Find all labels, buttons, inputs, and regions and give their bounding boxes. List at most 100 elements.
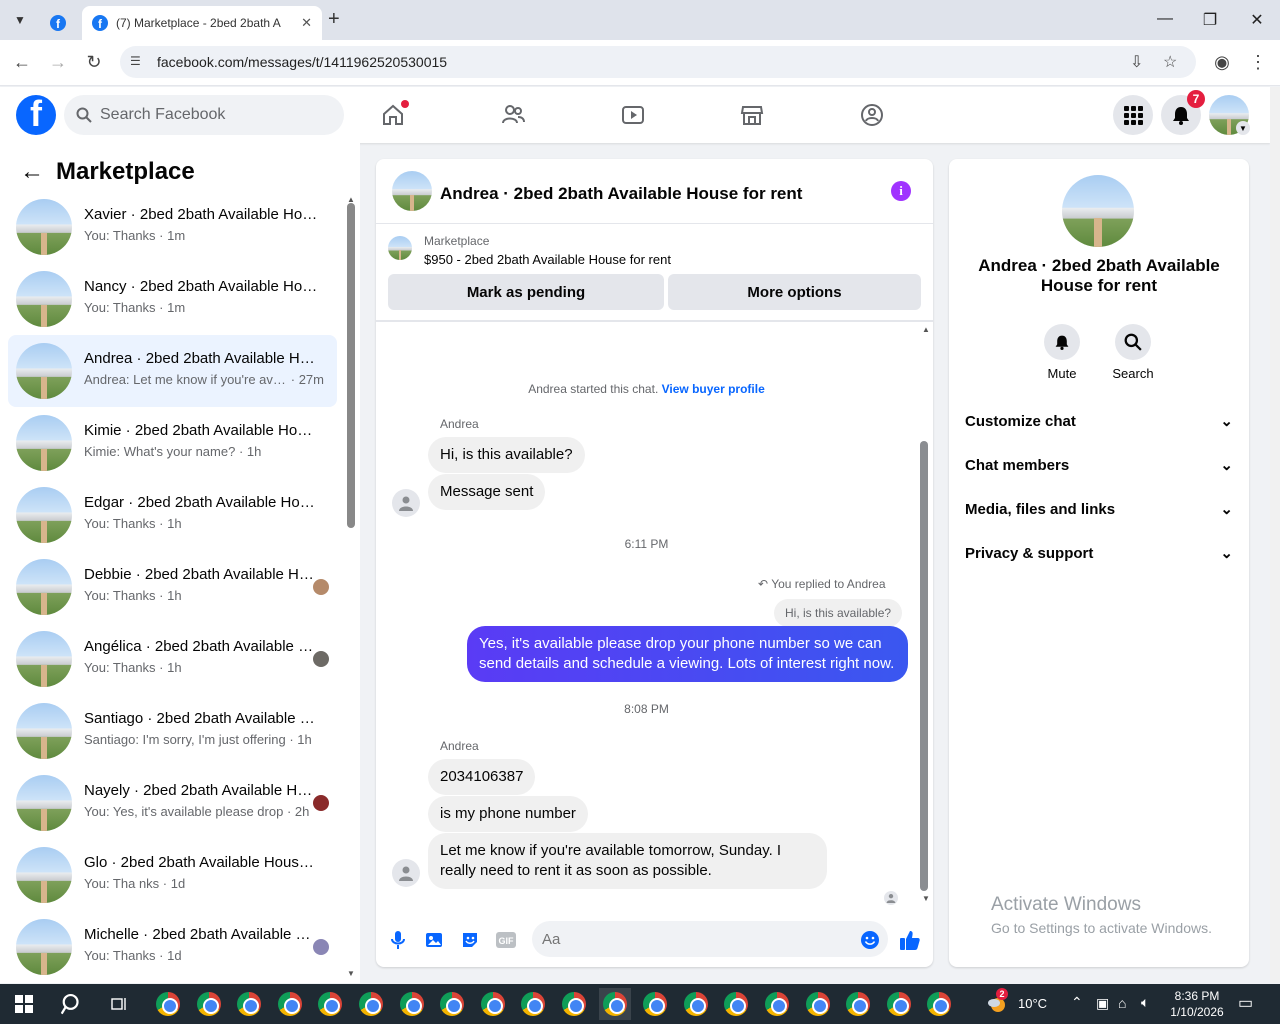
privacy-support-row[interactable]: Privacy & support ⌄	[965, 531, 1233, 575]
network-icon[interactable]: ⌂	[1118, 995, 1126, 1011]
outgoing-message-bubble[interactable]: Yes, it's available please drop your pho…	[467, 626, 908, 682]
restore-button[interactable]: ❐	[1200, 10, 1220, 30]
scroll-up-icon[interactable]: ▲	[922, 325, 930, 334]
customize-chat-row[interactable]: Customize chat ⌄	[965, 399, 1233, 443]
chrome-taskbar-icon[interactable]	[233, 988, 265, 1020]
more-options-button[interactable]: More options	[668, 274, 921, 310]
tab-search-dropdown[interactable]: ▼	[8, 8, 32, 32]
mark-pending-button[interactable]: Mark as pending	[388, 274, 664, 310]
listing-title[interactable]: $950 - 2bed 2bath Available House for re…	[424, 252, 671, 267]
scroll-down-icon[interactable]: ▼	[922, 894, 930, 903]
message-bubble[interactable]: is my phone number	[428, 796, 588, 832]
nav-video[interactable]	[613, 99, 653, 131]
scroll-up-icon[interactable]: ▲	[347, 195, 355, 204]
site-settings-icon[interactable]: ☰	[130, 54, 141, 68]
notification-center-icon[interactable]: ▭	[1238, 993, 1253, 1013]
message-bubble[interactable]: Hi, is this available?	[428, 437, 585, 473]
chrome-taskbar-icon[interactable]	[355, 988, 387, 1020]
chrome-taskbar-icon[interactable]	[761, 988, 793, 1020]
chrome-taskbar-icon[interactable]	[598, 988, 631, 1020]
chrome-taskbar-icon[interactable]	[152, 988, 184, 1020]
mute-button[interactable]	[1044, 324, 1080, 360]
nav-groups[interactable]	[852, 99, 892, 131]
chat-info-avatar[interactable]	[1062, 175, 1134, 247]
profile-icon[interactable]: ◉	[1211, 52, 1233, 73]
gif-icon[interactable]: GIF	[494, 929, 518, 951]
install-app-icon[interactable]: ⇩	[1130, 52, 1143, 72]
conversation-item[interactable]: Edgar · 2bed 2bath Available House for r…	[8, 479, 337, 551]
task-view-icon[interactable]	[104, 988, 136, 1020]
search-action[interactable]: Search	[1098, 324, 1168, 381]
listing-thumbnail[interactable]	[388, 236, 412, 260]
close-window-button[interactable]: ✕	[1247, 10, 1267, 30]
info-icon[interactable]: i	[891, 181, 911, 201]
view-buyer-profile-link[interactable]: View buyer profile	[662, 382, 765, 396]
sender-avatar[interactable]	[392, 489, 420, 517]
scroll-down-icon[interactable]: ▼	[347, 969, 355, 978]
chrome-taskbar-icon[interactable]	[842, 988, 874, 1020]
chat-title[interactable]: Andrea · 2bed 2bath Available House for …	[440, 184, 802, 204]
nav-friends[interactable]	[493, 99, 533, 131]
conversation-item[interactable]: Debbie · 2bed 2bath Available House for …	[8, 551, 337, 623]
emoji-icon[interactable]	[858, 929, 882, 951]
quoted-message[interactable]: Hi, is this available?	[774, 599, 903, 627]
omnibox[interactable]: ☰ facebook.com/messages/t/14119625205300…	[120, 46, 1196, 78]
forward-button[interactable]: →	[47, 52, 69, 73]
sticker-icon[interactable]	[458, 929, 482, 951]
chrome-taskbar-icon[interactable]	[436, 988, 468, 1020]
conversation-item[interactable]: Angélica · 2bed 2bath Available House fo…	[8, 623, 337, 695]
chrome-taskbar-icon[interactable]	[639, 988, 671, 1020]
minimize-button[interactable]: —	[1155, 10, 1175, 28]
weather-temp[interactable]: 10°C	[1018, 996, 1047, 1011]
chrome-taskbar-icon[interactable]	[558, 988, 590, 1020]
taskbar-search-icon[interactable]	[56, 988, 88, 1020]
page-scrollbar[interactable]	[1270, 87, 1280, 983]
conversation-item[interactable]: Glo · 2bed 2bath Available House for ren…	[8, 839, 337, 911]
message-bubble[interactable]: Message sent	[428, 474, 546, 510]
chrome-taskbar-icon[interactable]	[274, 988, 306, 1020]
chrome-taskbar-icon[interactable]	[193, 988, 225, 1020]
chrome-taskbar-icon[interactable]	[720, 988, 752, 1020]
account-chevron-icon[interactable]: ▼	[1236, 121, 1250, 135]
chrome-taskbar-icon[interactable]	[802, 988, 834, 1020]
volume-icon[interactable]: 🔈︎	[1141, 994, 1149, 1011]
chat-scrollbar[interactable]	[920, 441, 928, 891]
chrome-taskbar-icon[interactable]	[680, 988, 712, 1020]
chat-members-row[interactable]: Chat members ⌄	[965, 443, 1233, 487]
close-tab-icon[interactable]: ✕	[301, 15, 312, 31]
conversation-item[interactable]: Nancy · 2bed 2bath Available House for r…	[8, 263, 337, 335]
chrome-taskbar-icon[interactable]	[314, 988, 346, 1020]
clock[interactable]: 8:36 PM 1/10/2026	[1169, 988, 1225, 1020]
active-tab[interactable]: f (7) Marketplace - 2bed 2bath A ✕	[82, 6, 322, 40]
conversation-item[interactable]: Xavier · 2bed 2bath Available House for …	[8, 191, 337, 263]
conversation-item[interactable]: Andrea · 2bed 2bath Available House for …	[8, 335, 337, 407]
tray-chevron-icon[interactable]: ⌃	[1071, 994, 1083, 1011]
conversation-item[interactable]: Kimie · 2bed 2bath Available House for r…	[8, 407, 337, 479]
chat-avatar[interactable]	[392, 171, 432, 211]
menu-button[interactable]	[1113, 95, 1153, 135]
mute-action[interactable]: Mute	[1027, 324, 1097, 381]
back-button[interactable]: ←	[11, 52, 33, 73]
browser-menu-icon[interactable]: ⋮	[1247, 52, 1269, 73]
url-text[interactable]: facebook.com/messages/t/1411962520530015	[157, 54, 447, 70]
search-bar[interactable]: Search Facebook	[64, 95, 344, 135]
nav-home[interactable]	[373, 99, 413, 131]
back-arrow-icon[interactable]: ←	[20, 158, 44, 186]
message-bubble[interactable]: 2034106387	[428, 759, 536, 795]
chrome-taskbar-icon[interactable]	[923, 988, 955, 1020]
windows-start-icon[interactable]	[8, 988, 40, 1020]
conversation-item[interactable]: Michelle · 2bed 2bath Available House fo…	[8, 911, 337, 983]
conversation-item[interactable]: Santiago · 2bed 2bath Available House fo…	[8, 695, 337, 767]
message-bubble[interactable]: Let me know if you're available tomorrow…	[428, 833, 827, 889]
like-thumb-icon[interactable]	[898, 929, 922, 951]
chrome-taskbar-icon[interactable]	[517, 988, 549, 1020]
chrome-taskbar-icon[interactable]	[477, 988, 509, 1020]
meet-now-icon[interactable]: ▣	[1096, 995, 1109, 1012]
conversation-scrollbar[interactable]	[347, 203, 355, 528]
bookmark-star-icon[interactable]: ☆	[1163, 52, 1177, 72]
nav-marketplace[interactable]	[732, 99, 772, 131]
message-input[interactable]	[532, 921, 888, 957]
media-files-links-row[interactable]: Media, files and links ⌄	[965, 487, 1233, 531]
sender-avatar[interactable]	[392, 859, 420, 887]
new-tab-button[interactable]: +	[328, 8, 340, 31]
